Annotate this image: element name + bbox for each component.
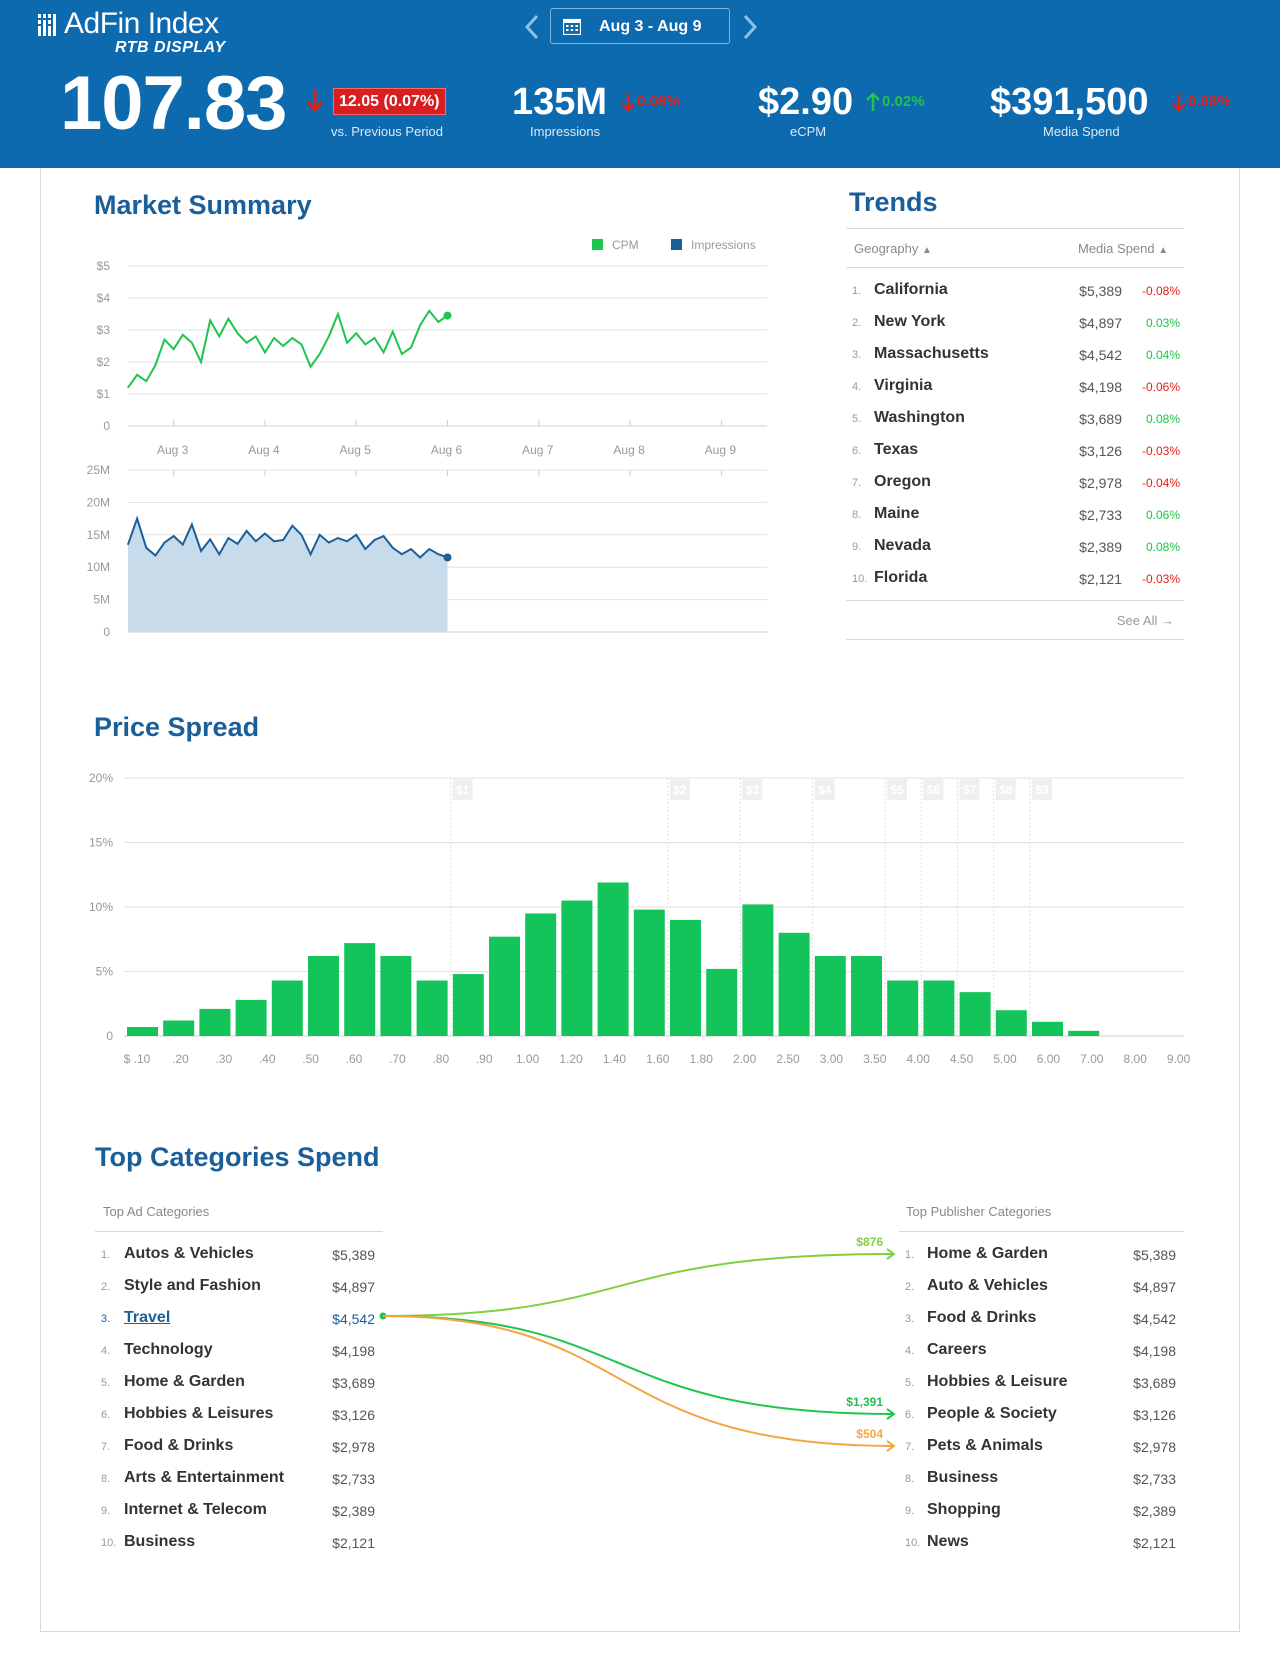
flow-line[interactable] bbox=[382, 1315, 895, 1447]
flow-value-label: $876 bbox=[856, 1235, 883, 1249]
flow-value-label: $504 bbox=[856, 1427, 883, 1441]
flow-line[interactable] bbox=[382, 1253, 895, 1317]
flow-value-label: $1,391 bbox=[846, 1395, 883, 1409]
category-flow-chart: $876 $1,391 $504 bbox=[379, 1235, 896, 1452]
flow-line[interactable] bbox=[382, 1315, 895, 1415]
